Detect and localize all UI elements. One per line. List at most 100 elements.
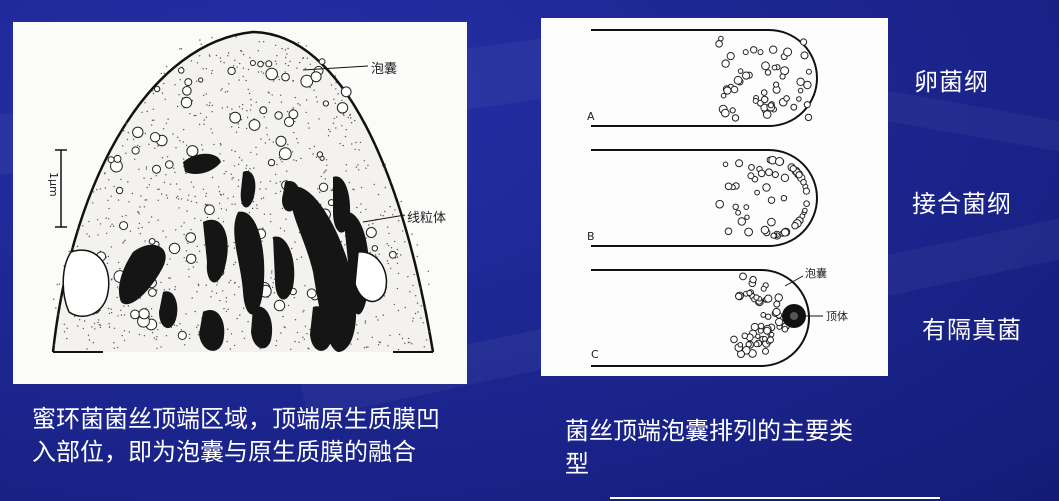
vesicle bbox=[730, 335, 738, 344]
cytoplasm-dot bbox=[357, 164, 359, 166]
cytoplasm-dot bbox=[97, 234, 99, 236]
cytoplasm-dot bbox=[249, 109, 252, 111]
cytoplasm-dot bbox=[200, 219, 202, 221]
cytoplasm-dot bbox=[225, 301, 227, 303]
cytoplasm-dot bbox=[108, 307, 110, 310]
vesicle bbox=[371, 245, 378, 252]
vesicle bbox=[767, 102, 774, 109]
vesicle bbox=[316, 151, 324, 158]
cytoplasm-dot bbox=[363, 347, 366, 349]
cytoplasm-dot bbox=[284, 63, 287, 65]
vesicle bbox=[739, 272, 747, 281]
cytoplasm-dot bbox=[264, 142, 266, 144]
cytoplasm-dot bbox=[297, 103, 299, 105]
cytoplasm-dot bbox=[234, 59, 236, 61]
cytoplasm-dot bbox=[211, 104, 214, 107]
cytoplasm-dot bbox=[123, 330, 126, 332]
cytoplasm-dot bbox=[78, 319, 81, 321]
vesicle bbox=[152, 164, 161, 174]
cytoplasm-dot bbox=[66, 327, 68, 329]
cytoplasm-dot bbox=[229, 279, 232, 282]
cytoplasm-dot bbox=[297, 42, 300, 44]
cytoplasm-dot bbox=[108, 179, 110, 181]
cytoplasm-dot bbox=[249, 57, 251, 59]
cytoplasm-dot bbox=[227, 197, 229, 199]
cytoplasm-dot bbox=[260, 71, 263, 73]
cytoplasm-dot bbox=[397, 348, 400, 351]
cytoplasm-dot bbox=[377, 319, 379, 321]
cytoplasm-dot bbox=[238, 126, 240, 129]
cytoplasm-dot bbox=[371, 336, 373, 338]
cytoplasm-dot bbox=[354, 148, 356, 151]
cytoplasm-dot bbox=[278, 157, 280, 159]
cytoplasm-dot bbox=[215, 292, 218, 294]
vesicle bbox=[723, 86, 732, 95]
cytoplasm-dot bbox=[252, 200, 255, 203]
cytoplasm-dot bbox=[296, 67, 298, 69]
cytoplasm-dot bbox=[122, 242, 124, 244]
cytoplasm-dot bbox=[127, 181, 129, 183]
cytoplasm-dot bbox=[396, 253, 398, 255]
cytoplasm-dot bbox=[240, 119, 243, 121]
cytoplasm-dot bbox=[279, 181, 281, 183]
vesicle bbox=[177, 67, 185, 74]
cytoplasm-dot bbox=[342, 113, 345, 115]
cytoplasm-dot bbox=[294, 340, 296, 343]
cytoplasm-dot bbox=[233, 263, 235, 266]
cytoplasm-dot bbox=[344, 244, 346, 246]
cytoplasm-dot bbox=[175, 183, 178, 185]
cytoplasm-dot bbox=[206, 104, 208, 106]
vesicle bbox=[767, 336, 774, 344]
vesicle bbox=[757, 169, 766, 178]
cytoplasm-dot bbox=[306, 333, 308, 335]
cytoplasm-dot bbox=[143, 206, 146, 208]
cytoplasm-dot bbox=[287, 47, 289, 50]
cytoplasm-dot bbox=[106, 232, 108, 234]
cytoplasm-dot bbox=[151, 124, 153, 126]
cytoplasm-dot bbox=[239, 62, 241, 65]
vesicle bbox=[733, 75, 743, 85]
cytoplasm-dot bbox=[387, 226, 389, 228]
vesicle bbox=[731, 114, 740, 122]
cytoplasm-dot bbox=[98, 324, 101, 326]
cytoplasm-dot bbox=[199, 112, 202, 115]
vesicle bbox=[802, 207, 808, 214]
cytoplasm-dot bbox=[281, 48, 283, 50]
cytoplasm-dot bbox=[416, 255, 418, 258]
cytoplasm-dot bbox=[390, 247, 393, 249]
cytoplasm-dot bbox=[291, 247, 293, 250]
cytoplasm-dot bbox=[351, 143, 353, 145]
cytoplasm-dot bbox=[157, 219, 159, 221]
cytoplasm-dot bbox=[276, 163, 278, 166]
cytoplasm-dot bbox=[266, 134, 268, 136]
cytoplasm-dot bbox=[239, 314, 241, 316]
label-septate-fungi: 有隔真菌 bbox=[922, 316, 1022, 344]
cytoplasm-dot bbox=[231, 178, 233, 180]
cytoplasm-dot bbox=[330, 84, 333, 86]
vesicle bbox=[805, 68, 812, 75]
cytoplasm-dot bbox=[165, 122, 168, 125]
vesicle bbox=[769, 45, 778, 54]
cytoplasm-dot bbox=[345, 129, 347, 131]
cytoplasm-dot bbox=[189, 113, 191, 115]
cytoplasm-dot bbox=[382, 215, 384, 217]
cytoplasm-dot bbox=[305, 111, 307, 114]
vesicle bbox=[278, 147, 292, 161]
cytoplasm-dot bbox=[270, 221, 272, 223]
cytoplasm-dot bbox=[335, 88, 337, 90]
cytoplasm-dot bbox=[176, 325, 178, 327]
vesicle bbox=[803, 101, 811, 109]
cytoplasm-dot bbox=[63, 331, 66, 333]
cytoplasm-dot bbox=[160, 193, 163, 195]
label-c: C bbox=[591, 348, 599, 361]
cytoplasm-dot bbox=[197, 324, 199, 326]
vesicle bbox=[761, 95, 769, 104]
label-mitochondria: 线粒体 bbox=[407, 211, 447, 226]
cytoplasm-dot bbox=[389, 205, 391, 208]
cytoplasm-dot bbox=[99, 188, 102, 190]
cytoplasm-dot bbox=[269, 180, 271, 182]
cytoplasm-dot bbox=[188, 276, 190, 278]
cytoplasm-dot bbox=[272, 281, 274, 284]
cytoplasm-dot bbox=[345, 170, 347, 172]
vesicle bbox=[259, 106, 268, 115]
